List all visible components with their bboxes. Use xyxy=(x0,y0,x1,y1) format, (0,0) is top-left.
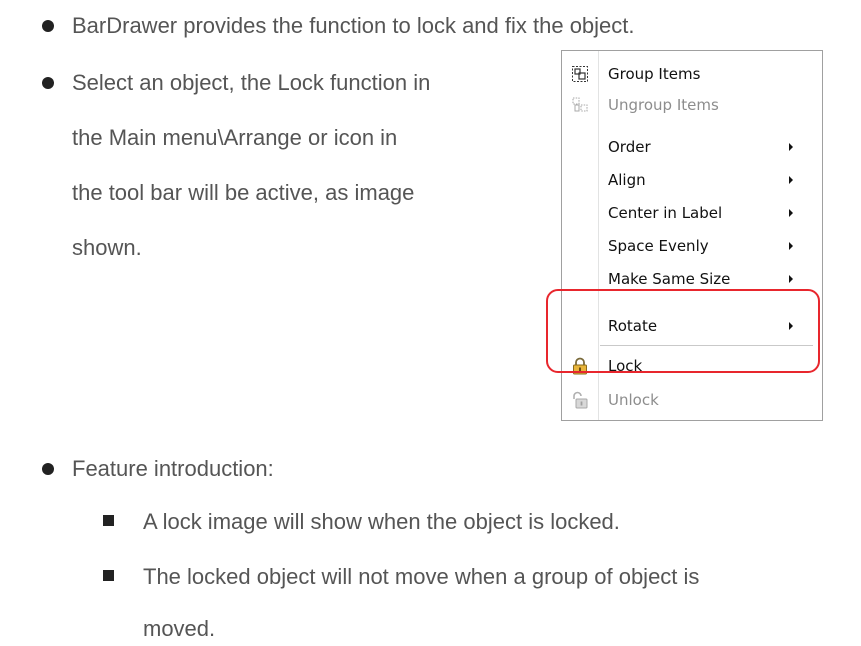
sub-bullet-text-1: A lock image will show when the object i… xyxy=(143,509,620,534)
menu-item-group-items[interactable]: Group Items xyxy=(562,61,822,87)
sub-bullet-square xyxy=(103,570,114,581)
submenu-arrow-icon xyxy=(789,209,793,217)
bullet-text-1: BarDrawer provides the function to lock … xyxy=(72,13,635,38)
bullet-text-2-line-3: the tool bar will be active, as image xyxy=(72,180,415,205)
menu-item-center-in-label[interactable]: Center in Label xyxy=(562,200,822,226)
bullet-text-2-line-4: shown. xyxy=(72,235,142,260)
menu-item-label: Ungroup Items xyxy=(608,96,719,114)
bullet-dot xyxy=(42,77,54,89)
ungroup-items-icon xyxy=(572,97,588,112)
submenu-arrow-icon xyxy=(789,143,793,151)
menu-item-label: Space Evenly xyxy=(608,237,709,255)
bullet-dot xyxy=(42,20,54,32)
menu-item-ungroup-items[interactable]: Ungroup Items xyxy=(562,92,822,118)
menu-item-align[interactable]: Align xyxy=(562,167,822,193)
lock-highlight-box xyxy=(546,289,820,373)
menu-item-label: Group Items xyxy=(608,65,701,83)
bullet-dot xyxy=(42,463,54,475)
menu-item-order[interactable]: Order xyxy=(562,134,822,160)
submenu-arrow-icon xyxy=(789,176,793,184)
submenu-arrow-icon xyxy=(789,275,793,283)
sub-bullet-text-2-line-2: moved. xyxy=(143,616,216,641)
menu-item-label: Align xyxy=(608,171,646,189)
sub-bullet-square xyxy=(103,515,114,526)
menu-item-label: Unlock xyxy=(608,391,659,409)
menu-item-label: Make Same Size xyxy=(608,270,731,288)
group-items-icon xyxy=(572,66,588,82)
unlock-icon xyxy=(573,391,588,409)
bullet-text-3: Feature introduction: xyxy=(72,456,274,481)
bullet-text-2-line-1: Select an object, the Lock function in xyxy=(72,70,431,95)
submenu-arrow-icon xyxy=(789,242,793,250)
bullet-text-2-line-2: the Main menu\Arrange or icon in xyxy=(72,125,398,150)
menu-item-label: Center in Label xyxy=(608,204,723,222)
menu-item-label: Order xyxy=(608,138,651,156)
menu-item-unlock[interactable]: Unlock xyxy=(562,387,822,413)
sub-bullet-text-2-line-1: The locked object will not move when a g… xyxy=(143,564,700,589)
menu-item-space-evenly[interactable]: Space Evenly xyxy=(562,233,822,259)
